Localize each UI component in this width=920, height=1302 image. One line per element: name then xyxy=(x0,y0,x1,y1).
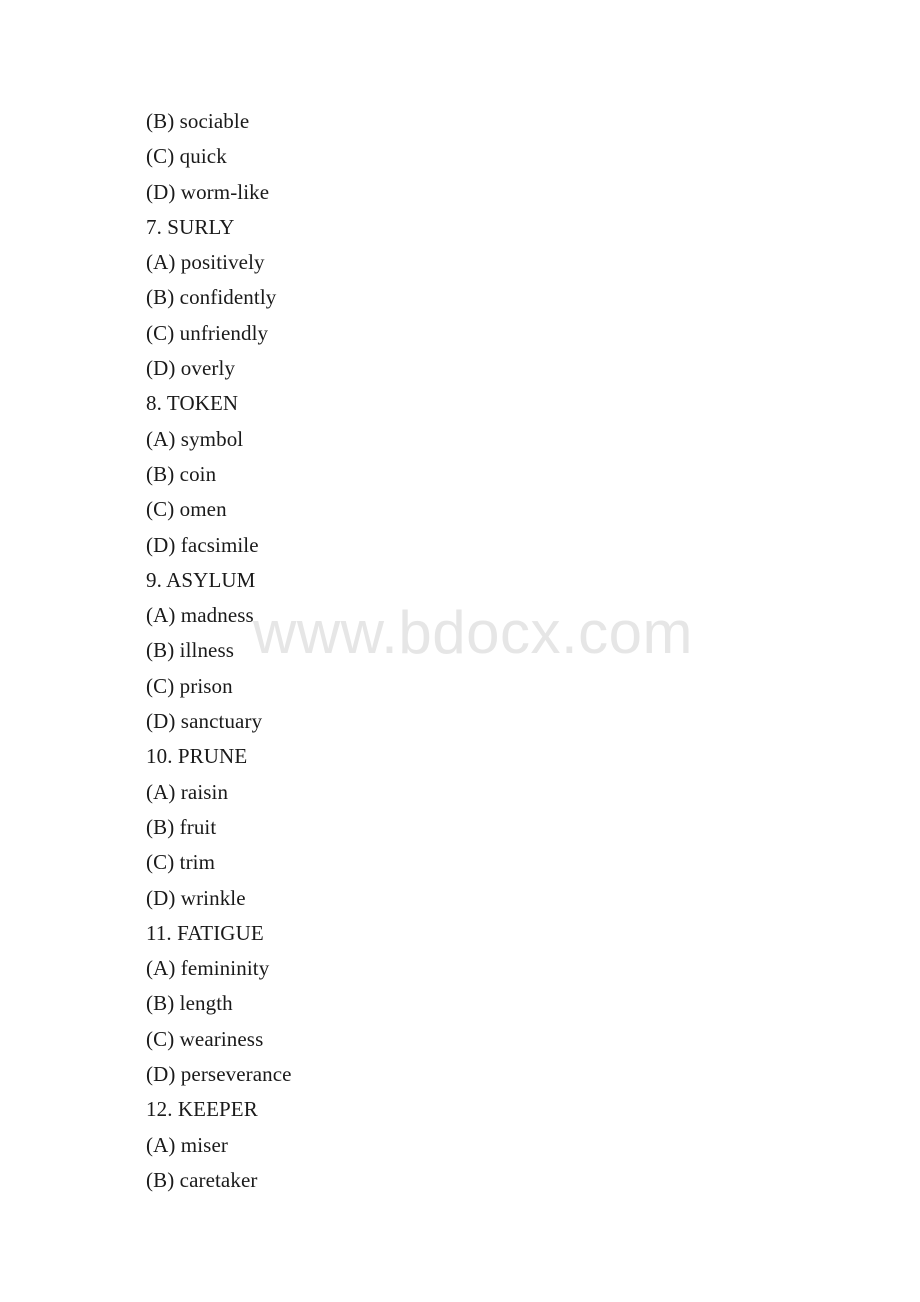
question-list: (B) sociable (C) quick (D) worm-like 7. SUR… xyxy=(146,104,846,1198)
answer-option: (B) illness xyxy=(146,638,235,663)
answer-option: (B) caretaker xyxy=(146,1167,258,1192)
question-stem: 8. TOKEN xyxy=(146,391,239,416)
answer-option: (A) positively xyxy=(146,250,265,275)
answer-option: (A) raisin xyxy=(146,779,229,804)
answer-option: (C) omen xyxy=(146,497,227,522)
answer-option: (C) unfriendly xyxy=(146,320,269,345)
answer-option: (A) madness xyxy=(146,603,254,628)
question-stem: 7. SURLY xyxy=(146,214,235,239)
answer-option: (D) perseverance xyxy=(146,1062,292,1087)
answer-option: (D) wrinkle xyxy=(146,885,246,910)
answer-option: (D) facsimile xyxy=(146,532,259,557)
answer-option: (D) sanctuary xyxy=(146,709,263,734)
answer-option: (A) miser xyxy=(146,1132,228,1157)
answer-option: (A) femininity xyxy=(146,956,270,981)
question-stem: 9. ASYLUM xyxy=(146,567,256,592)
answer-option: (C) weariness xyxy=(146,1026,264,1051)
answer-option: (C) quick xyxy=(146,144,227,169)
answer-option: (D) worm-like xyxy=(146,179,270,204)
question-stem: 11. FATIGUE xyxy=(146,920,264,945)
answer-option: (C) trim xyxy=(146,850,216,875)
answer-option: (B) fruit xyxy=(146,814,217,839)
answer-option: (A) symbol xyxy=(146,426,244,451)
question-stem: 10. PRUNE xyxy=(146,744,248,769)
answer-option: (B) sociable xyxy=(146,109,250,133)
answer-option: (C) prison xyxy=(146,673,233,698)
answer-option: (D) overly xyxy=(146,356,236,381)
answer-option: (B) coin xyxy=(146,461,217,486)
question-stem: 12. KEEPER xyxy=(146,1097,258,1122)
document-page: www.bdocx.com (B) sociable (C) quick (D) w… xyxy=(0,0,920,1302)
answer-option: (B) confidently xyxy=(146,285,277,310)
answer-option: (B) length xyxy=(146,991,233,1016)
